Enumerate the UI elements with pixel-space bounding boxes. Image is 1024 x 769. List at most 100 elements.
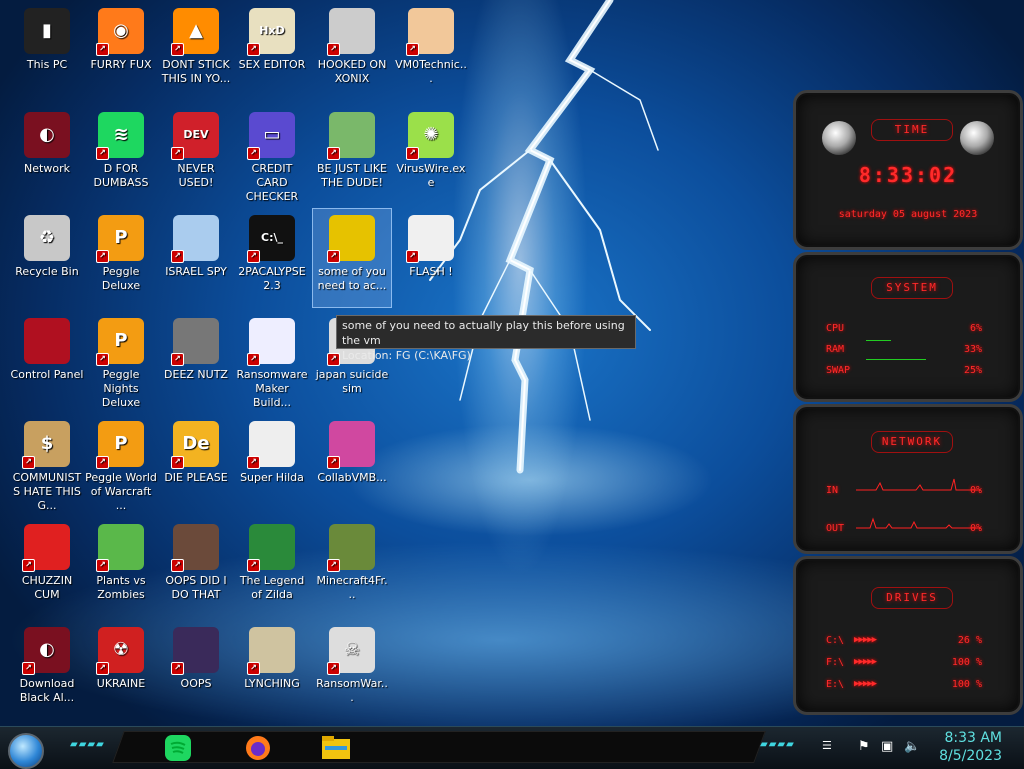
desktop-icon-label: HOOKED ON XONIX [317, 58, 387, 85]
desktop-icon-label: Recycle Bin [15, 265, 79, 278]
desktop-icon[interactable]: ▲ ↗ DONT STICK THIS IN YO... [157, 2, 235, 100]
chuzzle-icon: ↗ [22, 524, 70, 572]
taskbar-app-strip [112, 731, 766, 763]
desktop-icon-label: SEX EDITOR [238, 58, 306, 71]
portrait-icon: ↗ [171, 524, 219, 572]
network-panel: NETWORK IN 0% OUT 0% [793, 404, 1023, 554]
swap-graph [866, 359, 926, 360]
drive-f-value: 100 % [951, 657, 982, 668]
desktop-icon[interactable]: ♻ Recycle Bin [8, 209, 86, 307]
shortcut-arrow-icon: ↗ [171, 456, 184, 469]
net-out-value: 0% [969, 523, 982, 534]
shortcut-arrow-icon: ↗ [96, 43, 109, 56]
desktop-icon[interactable]: ↗ Plants vs Zombies [82, 518, 160, 616]
desktop-icon-label: D FOR DUMBASS [93, 162, 149, 189]
desktop-icon[interactable]: $ ↗ COMMUNISTS HATE THIS G... [8, 415, 86, 513]
start-button[interactable] [8, 733, 44, 769]
desktop-icon[interactable]: ↗ ISRAEL SPY [157, 209, 235, 307]
taskbar-decor-left: ▰▰▰▰ [70, 739, 105, 750]
firefox-icon: ◉ ↗ [96, 8, 144, 56]
action-center-flag-icon[interactable]: ⚑ [858, 739, 870, 754]
desktop-icon[interactable]: ↗ FLASH ! [392, 209, 470, 307]
shortcut-arrow-icon: ↗ [327, 353, 340, 366]
drive-f-row: F:\ ▶▶▶▶▶ 100 % [826, 657, 982, 671]
taskbar-firefox-button[interactable] [240, 731, 276, 765]
desktop-icon[interactable]: ↗ Minecraft4Fr... [313, 518, 391, 616]
ram-graph [866, 340, 891, 341]
desktop-icon[interactable]: ↗ OOPS DID I DO THAT [157, 518, 235, 616]
shortcut-arrow-icon: ↗ [171, 559, 184, 572]
desktop-icon[interactable]: C:\_ ↗ 2PACALYPSE 2.3 [233, 209, 311, 307]
collabvm-icon: ↗ [327, 421, 375, 469]
desktop-icon[interactable]: P ↗ Peggle World of Warcraft ... [82, 415, 160, 513]
desktop-icon[interactable]: ▭ ↗ CREDIT CARD CHECKER [233, 106, 311, 204]
shortcut-arrow-icon: ↗ [406, 147, 419, 160]
desktop-icon[interactable]: DEV ↗ NEVER USED! [157, 106, 235, 204]
shortcut-arrow-icon: ↗ [171, 662, 184, 675]
desktop-icon[interactable]: ≋ ↗ D FOR DUMBASS [82, 106, 160, 204]
drive-c-value: 26 % [957, 635, 982, 646]
gadget-date: saturday 05 august 2023 [838, 209, 978, 220]
desktop-icon[interactable]: ↗ CollabVMB... [313, 415, 391, 513]
drive-f-label: F:\ [826, 657, 845, 668]
desktop-icon[interactable]: ◐ ↗ Download Black Al... [8, 621, 86, 719]
desktop-icon[interactable]: ↗ OOPS [157, 621, 235, 719]
desktop-icon[interactable]: ↗ VM0Technic... [392, 2, 470, 100]
desktop-icon[interactable]: ◐ Network [8, 106, 86, 204]
network-tray-icon[interactable]: ▣ [881, 739, 893, 754]
desktop-icon[interactable]: ↗ Super Hilda [233, 415, 311, 513]
taskbar-explorer-button[interactable] [318, 731, 354, 765]
desktop-icon[interactable]: ↗ The Legend of Zilda [233, 518, 311, 616]
desktop-icon-label: VirusWire.exe [396, 162, 466, 189]
xonix-icon: ↗ [327, 8, 375, 56]
stacked-windows-icon: ↗ [171, 318, 219, 366]
desktop-icon[interactable]: ↗ LYNCHING [233, 621, 311, 719]
desktop-icon[interactable]: P ↗ Peggle Deluxe [82, 209, 160, 307]
desktop-icon-label: OOPS DID I DO THAT [165, 574, 227, 601]
drives-panel: DRIVES C:\ ▶▶▶▶▶ 26 % F:\ ▶▶▶▶▶ 100 % E:… [793, 556, 1023, 715]
pixel-art-icon: ↗ [247, 421, 295, 469]
desktop-icon[interactable]: De ↗ DIE PLEASE [157, 415, 235, 513]
desktop-icon[interactable]: Control Panel [8, 312, 86, 410]
desktop-icon[interactable]: ☠ ↗ RansomWar... [313, 621, 391, 719]
desktop-icon[interactable]: HxD ↗ SEX EDITOR [233, 2, 311, 100]
oops-icon: ↗ [171, 627, 219, 675]
shortcut-arrow-icon: ↗ [22, 662, 35, 675]
desktop-icon[interactable]: ↗ CHUZZIN CUM [8, 518, 86, 616]
shortcut-arrow-icon: ↗ [96, 662, 109, 675]
money-bag-icon: $ ↗ [22, 421, 70, 469]
skull-icon: ☠ ↗ [327, 627, 375, 675]
firefox-icon [246, 736, 270, 760]
desktop-icon[interactable]: ↗ BE JUST LIKE THE DUDE! [313, 106, 391, 204]
desktop-icon[interactable]: ▮ This PC [8, 2, 86, 100]
pvz-icon: ↗ [96, 524, 144, 572]
recycle-bin-icon: ♻ [24, 215, 70, 261]
desktop-icon[interactable]: ◉ ↗ FURRY FUX [82, 2, 160, 100]
net-out-graph [856, 517, 981, 529]
desktop-icon[interactable]: ↗ some of you need to ac... [312, 208, 392, 308]
shortcut-arrow-icon: ↗ [247, 456, 260, 469]
desktop-icon-label: Super Hilda [240, 471, 304, 484]
desktop-icon[interactable]: P ↗ Peggle Nights Deluxe [82, 312, 160, 410]
desktop-icon[interactable]: ✺ ↗ VirusWire.exe [392, 106, 470, 204]
vlc-cone-icon: ▲ ↗ [171, 8, 219, 56]
desktop-icon[interactable]: ↗ DEEZ NUTZ [157, 312, 235, 410]
desktop-icon-label: NEVER USED! [177, 162, 215, 189]
desktop-icon[interactable]: ☢ ↗ UKRAINE [82, 621, 160, 719]
desktop-icon-label: This PC [26, 58, 68, 71]
desktop-icon-label: DIE PLEASE [164, 471, 228, 484]
shortcut-arrow-icon: ↗ [96, 559, 109, 572]
taskbar-clock[interactable]: 8:33 AM 8/5/2023 [939, 729, 1002, 765]
desktop-icon[interactable]: ↗ Ransomware Maker Build... [233, 312, 311, 410]
network-pc-icon: ↗ [171, 215, 219, 263]
system-monitor-gadget: TIME 8:33:02 saturday 05 august 2023 SYS… [793, 90, 1023, 715]
volume-icon[interactable]: 🔈 [904, 739, 920, 754]
show-hidden-icons-icon[interactable]: ☰ [822, 739, 832, 752]
peggle-wow-icon: P ↗ [96, 421, 144, 469]
drive-c-bar: ▶▶▶▶▶ [854, 635, 877, 645]
shortcut-arrow-icon: ↗ [247, 559, 260, 572]
taskbar-spotify-button[interactable] [160, 731, 196, 765]
cpu-label: CPU [826, 323, 845, 334]
desktop-icon-label: COMMUNISTS HATE THIS G... [12, 471, 82, 512]
desktop-icon[interactable]: ↗ HOOKED ON XONIX [313, 2, 391, 100]
